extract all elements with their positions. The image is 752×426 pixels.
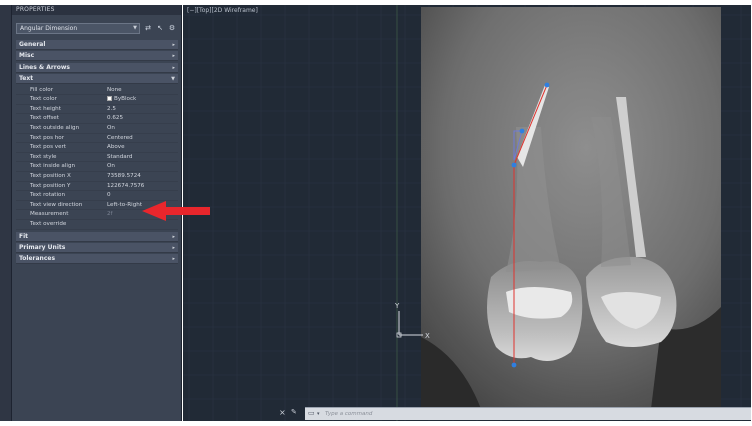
ucs-icon: Y X — [394, 302, 430, 340]
chevron-right-icon: ▸ — [172, 256, 175, 263]
chevron-right-icon: ▸ — [172, 233, 175, 240]
property-key: Text rotation — [30, 192, 66, 199]
property-value: 2f — [107, 211, 113, 218]
grip-endpoint-top[interactable] — [544, 82, 550, 88]
object-selector-row: Angular Dimension ▼ ⇄ ↖ ⚙ — [16, 23, 178, 34]
section-label: Primary Units — [19, 244, 66, 251]
chevron-right-icon: ▸ — [172, 64, 175, 71]
section-label: General — [19, 41, 46, 48]
chevron-right-icon: ▸ — [172, 42, 175, 48]
property-value[interactable]: 122674.7576 — [107, 182, 144, 192]
dimension-angle-line[interactable] — [513, 84, 548, 166]
property-value[interactable]: 73589.5724 — [107, 172, 141, 182]
property-row[interactable]: Text color ByBlock — [16, 95, 178, 105]
property-key: Text height — [30, 105, 61, 112]
property-row[interactable]: Text offset 0.625 — [16, 114, 178, 124]
property-key: Text position X — [30, 173, 71, 179]
property-row[interactable]: Text override — [16, 220, 178, 230]
ucs-y-label: Y — [394, 302, 400, 310]
property-value[interactable]: Standard — [107, 153, 132, 163]
property-key: Fill color — [30, 86, 54, 93]
toggle-pickadd-icon[interactable]: ⇄ — [143, 24, 153, 33]
property-value[interactable]: On — [107, 162, 115, 172]
section-primary-units[interactable]: Primary Units ▸ — [16, 243, 178, 253]
section-label: Text — [19, 75, 34, 83]
grip-vertex[interactable] — [511, 162, 517, 168]
close-icon[interactable]: × — [279, 408, 286, 417]
property-value[interactable]: 0.625 — [107, 114, 123, 124]
chevron-down-icon: ▼ — [171, 76, 175, 83]
property-value[interactable]: None — [107, 86, 122, 96]
ucs-x-label: X — [425, 332, 430, 340]
property-row[interactable]: Text height 2.5 — [16, 105, 178, 115]
section-label: Fit — [19, 232, 29, 240]
property-key: Text pos hor — [30, 134, 65, 141]
property-row[interactable]: Fill color None — [16, 86, 178, 96]
angular-dimension-overlay[interactable] — [183, 5, 751, 421]
property-key: Text pos vert — [30, 144, 67, 151]
grip-text[interactable] — [519, 128, 525, 134]
section-fit[interactable]: Fit ▸ — [16, 231, 178, 242]
property-value[interactable]: On — [107, 124, 115, 134]
annotation-arrow-icon — [142, 201, 210, 221]
property-row[interactable]: Text rotation 0 — [16, 191, 178, 201]
property-value[interactable]: Left-to-Right — [107, 201, 142, 211]
section-tolerances[interactable]: Tolerances ▸ — [16, 254, 178, 265]
property-row[interactable]: Text outside align On — [16, 124, 178, 134]
property-value-text: ByBlock — [114, 96, 137, 103]
property-key: Text color — [30, 96, 57, 103]
property-key: Text view direction — [30, 201, 83, 208]
property-row[interactable]: Text pos hor Centered — [16, 134, 178, 144]
property-row[interactable]: Text pos vert Above — [16, 143, 178, 153]
property-value[interactable]: Centered — [107, 134, 133, 144]
grip-endpoint-bottom[interactable] — [511, 362, 517, 368]
drawing-viewport[interactable]: [−][Top][2D Wireframe] Y X ▭ ▾ Type a co… — [183, 5, 751, 421]
property-value[interactable]: Above — [107, 143, 125, 153]
object-type-value: Angular Dimension — [20, 25, 78, 32]
object-type-dropdown[interactable]: Angular Dimension ▼ — [16, 23, 140, 34]
section-misc[interactable]: Misc ▸ — [16, 51, 178, 62]
color-swatch — [107, 95, 112, 101]
palette-title: PROPERTIES — [12, 5, 181, 15]
property-row[interactable]: Text inside align On — [16, 162, 178, 172]
command-input[interactable]: Type a command — [325, 410, 745, 419]
property-key: Text position Y — [30, 182, 71, 189]
property-row[interactable]: Text style Standard — [16, 153, 178, 163]
property-value[interactable]: 0 — [107, 191, 111, 201]
quick-select-icon[interactable]: ⚙ — [167, 24, 177, 33]
command-line[interactable]: ▭ ▾ Type a command — [305, 407, 751, 420]
select-objects-icon[interactable]: ↖ — [155, 24, 165, 33]
section-label: Misc — [19, 52, 35, 60]
section-general[interactable]: General ▸ — [16, 40, 178, 50]
command-history — [311, 380, 431, 404]
property-key: Text override — [30, 221, 67, 227]
command-menu-icon[interactable]: ▭ — [308, 409, 315, 417]
property-key: Text style — [30, 153, 57, 160]
property-value[interactable]: 2.5 — [107, 105, 116, 115]
property-key: Text outside align — [30, 125, 80, 131]
property-value[interactable]: ByBlock — [107, 95, 136, 105]
chevron-down-icon: ▼ — [133, 25, 137, 31]
property-row[interactable]: Text position Y 122674.7576 — [16, 182, 178, 192]
section-label: Tolerances — [19, 255, 56, 263]
wrench-icon[interactable]: ✎ — [291, 408, 297, 416]
application-window: PROPERTIES Angular Dimension ▼ ⇄ ↖ ⚙ Gen… — [0, 0, 752, 426]
chevron-down-icon[interactable]: ▾ — [317, 411, 320, 417]
section-lines-arrows[interactable]: Lines & Arrows ▸ — [16, 62, 178, 73]
section-label: Lines & Arrows — [19, 63, 70, 71]
property-row[interactable]: Text position X 73589.5724 — [16, 172, 178, 182]
property-key: Text inside align — [30, 163, 76, 170]
section-text[interactable]: Text ▼ — [16, 74, 178, 85]
property-key: Measurement — [30, 211, 69, 218]
palette-side-strip[interactable] — [0, 5, 12, 421]
chevron-right-icon: ▸ — [172, 245, 175, 251]
property-key: Text offset — [30, 115, 59, 122]
chevron-right-icon: ▸ — [172, 53, 175, 60]
